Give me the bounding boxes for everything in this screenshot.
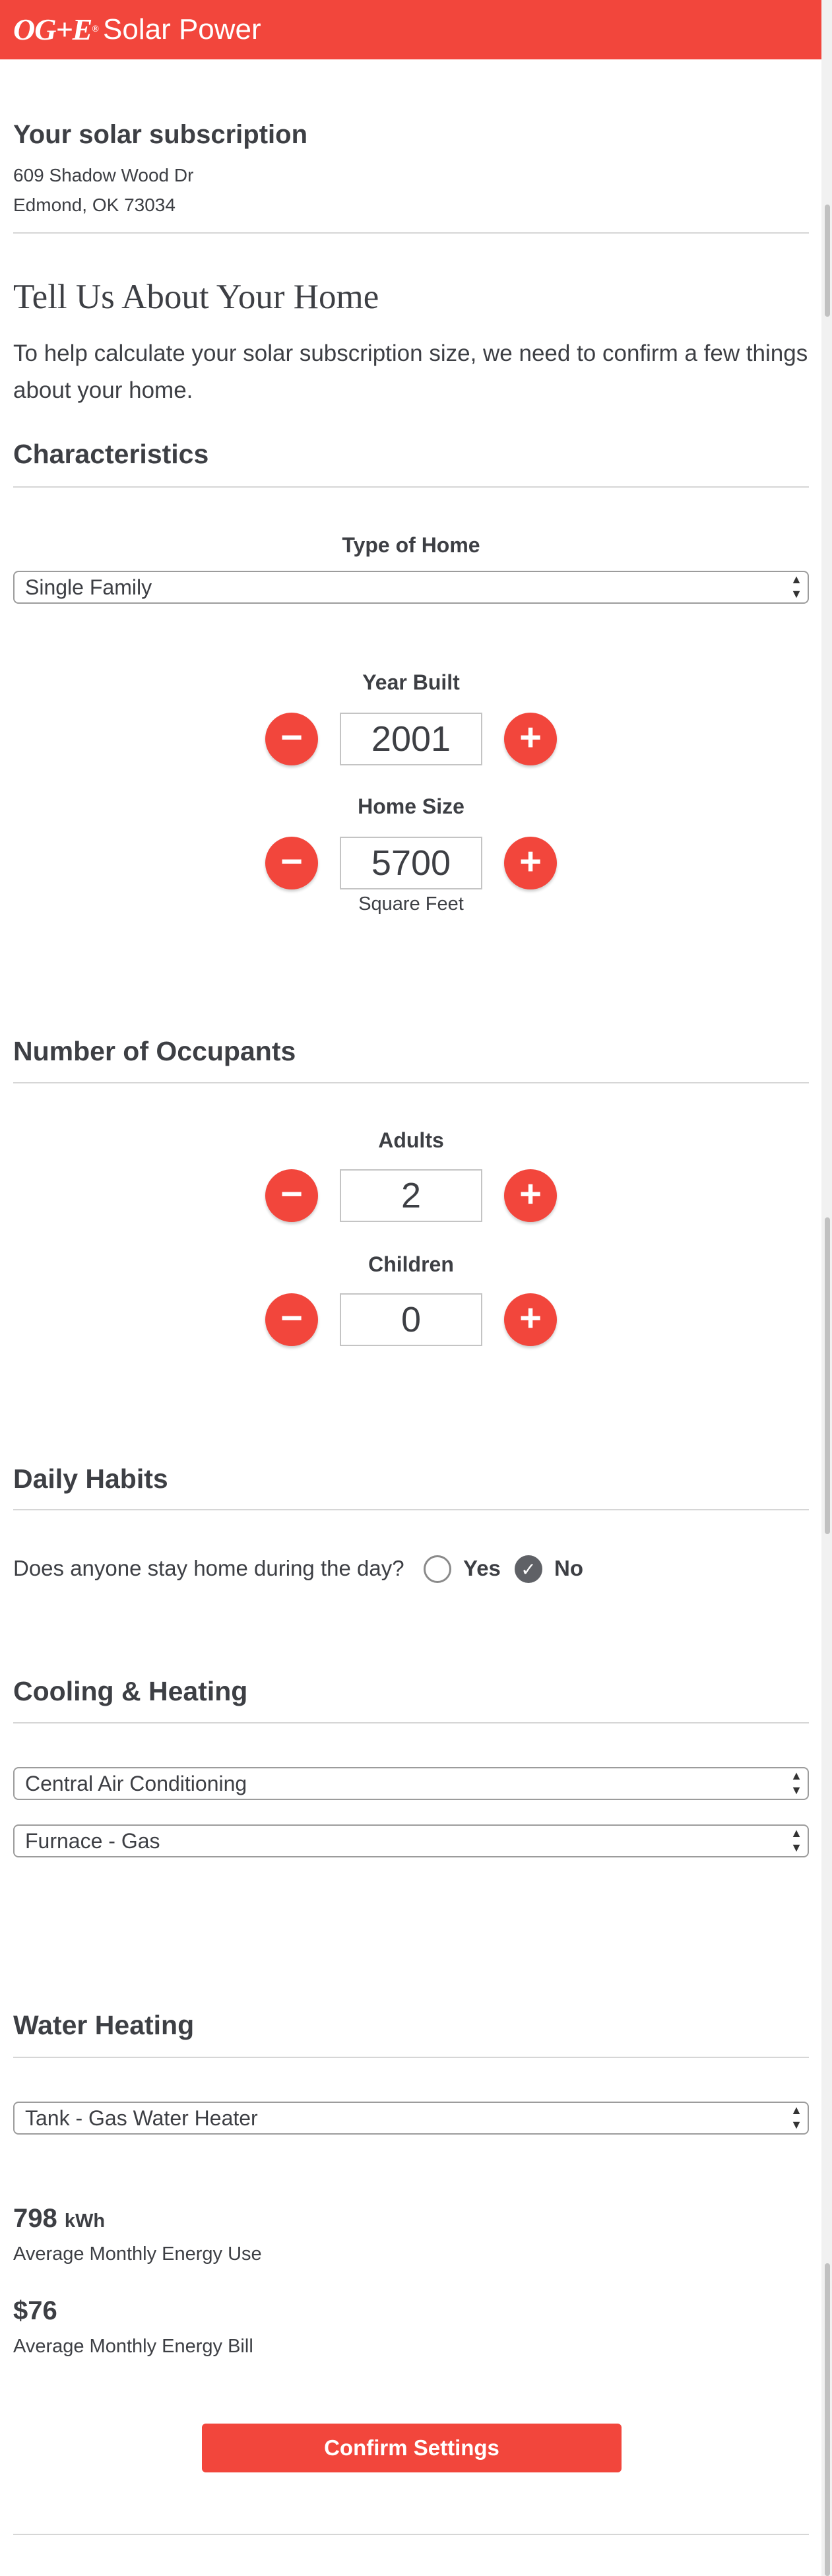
- yes-label[interactable]: Yes: [463, 1556, 501, 1581]
- children-stepper: − 0 +: [13, 1293, 809, 1350]
- intro-text: To help calculate your solar subscriptio…: [13, 340, 808, 403]
- divider: [13, 2534, 809, 2535]
- brand-name: Solar Power: [103, 13, 261, 46]
- type-of-home-select[interactable]: Single Family ▲ ▼: [13, 571, 809, 604]
- page-title: Tell Us About Your Home: [13, 278, 379, 316]
- divider: [13, 1722, 809, 1723]
- energy-bill-value: $76: [13, 2296, 57, 2325]
- minus-icon: −: [280, 1173, 303, 1215]
- cooling-select[interactable]: Central Air Conditioning ▲ ▼: [13, 1767, 809, 1800]
- energy-use-label: Average Monthly Energy Use: [13, 2243, 262, 2265]
- stay-home-question: Does anyone stay home during the day?: [13, 1556, 404, 1580]
- app-header: OG+E® Solar Power: [0, 0, 821, 59]
- divider: [13, 232, 809, 234]
- section-title-daily-habits: Daily Habits: [13, 1464, 168, 1494]
- year-built-stepper: − 2001 +: [13, 713, 809, 769]
- divider: [13, 1082, 809, 1083]
- home-size-input[interactable]: 5700: [340, 837, 482, 889]
- home-size-decrement-button[interactable]: −: [265, 837, 318, 889]
- select-arrows-icon: ▲ ▼: [790, 1826, 802, 1854]
- year-built-label: Year Built: [362, 670, 460, 694]
- subscription-title: Your solar subscription: [13, 120, 307, 149]
- children-increment-button[interactable]: +: [504, 1293, 557, 1346]
- energy-use-value: 798 kWh: [13, 2204, 106, 2233]
- section-title-characteristics: Characteristics: [13, 439, 209, 469]
- select-arrows-icon: ▲ ▼: [790, 1769, 802, 1797]
- no-label[interactable]: No: [554, 1556, 583, 1581]
- heating-value: Furnace - Gas: [25, 1829, 160, 1853]
- oge-logo[interactable]: OG+E®: [13, 15, 99, 45]
- divider: [13, 2057, 809, 2058]
- divider: [13, 486, 809, 488]
- type-of-home-value: Single Family: [25, 575, 152, 599]
- energy-bill-label: Average Monthly Energy Bill: [13, 2336, 253, 2357]
- year-built-input[interactable]: 2001: [340, 713, 482, 765]
- children-label: Children: [368, 1252, 454, 1276]
- children-decrement-button[interactable]: −: [265, 1293, 318, 1346]
- home-size-stepper: − 5700 +: [13, 837, 809, 893]
- plus-icon: +: [519, 840, 542, 883]
- adults-input[interactable]: 2: [340, 1169, 482, 1222]
- page-scrollbar[interactable]: [821, 0, 832, 2576]
- children-input[interactable]: 0: [340, 1293, 482, 1346]
- divider: [13, 1509, 809, 1510]
- adults-label: Adults: [378, 1128, 444, 1152]
- heating-select[interactable]: Furnace - Gas ▲ ▼: [13, 1824, 809, 1857]
- section-title-water-heating: Water Heating: [13, 2010, 195, 2040]
- year-built-increment-button[interactable]: +: [504, 713, 557, 765]
- adults-increment-button[interactable]: +: [504, 1169, 557, 1222]
- adults-decrement-button[interactable]: −: [265, 1169, 318, 1222]
- stay-home-yes-radio[interactable]: [424, 1555, 451, 1583]
- home-size-unit: Square Feet: [358, 893, 464, 915]
- plus-icon: +: [519, 716, 542, 759]
- scrollbar-thumb-middle[interactable]: [825, 1217, 830, 1534]
- water-heater-value: Tank - Gas Water Heater: [25, 2106, 258, 2130]
- plus-icon: +: [519, 1173, 542, 1215]
- select-arrows-icon: ▲ ▼: [790, 2104, 802, 2131]
- stay-home-no-radio[interactable]: ✓: [515, 1555, 542, 1583]
- type-of-home-label: Type of Home: [342, 533, 480, 557]
- address-line-1: 609 Shadow Wood Dr: [13, 165, 194, 185]
- minus-icon: −: [280, 840, 303, 883]
- scrollbar-thumb-top[interactable]: [825, 205, 830, 317]
- minus-icon: −: [280, 716, 303, 759]
- home-size-label: Home Size: [358, 794, 464, 818]
- year-built-decrement-button[interactable]: −: [265, 713, 318, 765]
- check-icon: ✓: [521, 1559, 536, 1580]
- confirm-settings-button[interactable]: Confirm Settings: [202, 2424, 622, 2472]
- adults-stepper: − 2 +: [13, 1169, 809, 1226]
- select-arrows-icon: ▲ ▼: [790, 573, 802, 600]
- cooling-value: Central Air Conditioning: [25, 1772, 247, 1795]
- scrollbar-thumb-bottom[interactable]: [825, 2263, 830, 2576]
- plus-icon: +: [519, 1297, 542, 1339]
- address-line-2: Edmond, OK 73034: [13, 195, 176, 215]
- minus-icon: −: [280, 1297, 303, 1339]
- section-title-occupants: Number of Occupants: [13, 1036, 296, 1066]
- section-title-cooling-heating: Cooling & Heating: [13, 1676, 248, 1706]
- water-heater-select[interactable]: Tank - Gas Water Heater ▲ ▼: [13, 2102, 809, 2135]
- home-size-increment-button[interactable]: +: [504, 837, 557, 889]
